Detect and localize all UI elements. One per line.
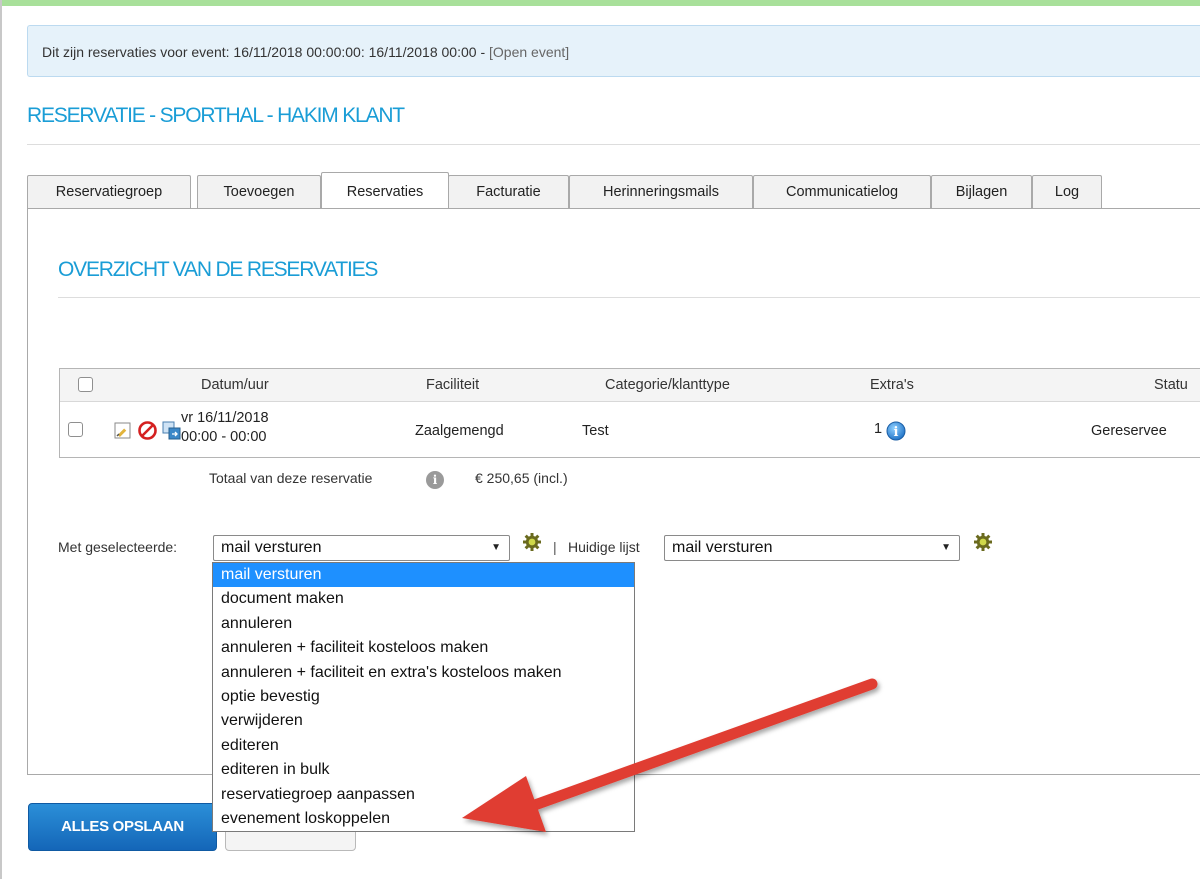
huidige-lijst-value: mail versturen <box>672 539 773 556</box>
met-geselecteerde-select[interactable]: mail versturen ▼ <box>213 535 510 561</box>
tab-log[interactable]: Log <box>1032 175 1102 209</box>
save-all-button[interactable]: ALLES OPSLAAN <box>28 803 217 851</box>
tab-herinneringsmails[interactable]: Herinneringsmails <box>569 175 753 209</box>
row-datum-line2: 00:00 - 00:00 <box>181 429 267 445</box>
tab-reservaties[interactable]: Reservaties <box>321 172 449 208</box>
section-divider <box>58 297 1200 298</box>
cancel-icon[interactable] <box>138 421 157 440</box>
tab-toevoegen[interactable]: Toevoegen <box>197 175 321 209</box>
option-annuleren[interactable]: annuleren <box>213 612 634 636</box>
tab-reservatiegroep[interactable]: Reservatiegroep <box>27 175 191 209</box>
row-datum-line1: vr 16/11/2018 <box>181 410 269 426</box>
event-notice: Dit zijn reservaties voor event: 16/11/2… <box>27 25 1200 77</box>
info-icon[interactable]: i <box>886 421 906 441</box>
header-datum[interactable]: Datum/uur <box>201 377 269 393</box>
title-divider <box>27 144 1200 145</box>
event-notice-text: Dit zijn reservaties voor event: 16/11/2… <box>42 44 489 60</box>
row-status: Gereservee <box>1091 423 1167 439</box>
annotation-arrow-icon <box>462 678 878 832</box>
total-info-icon[interactable]: i <box>426 471 444 489</box>
section-title: OVERZICHT VAN DE RESERVATIES <box>58 258 378 281</box>
gear-icon[interactable] <box>522 532 542 552</box>
open-event-link[interactable]: [Open event] <box>489 44 569 60</box>
total-value: € 250,65 (incl.) <box>475 470 568 486</box>
option-annuleren-faciliteit-kosteloos[interactable]: annuleren + faciliteit kosteloos maken <box>213 636 634 660</box>
chevron-down-icon: ▼ <box>491 542 501 553</box>
met-geselecteerde-value: mail versturen <box>221 539 322 556</box>
header-faciliteit[interactable]: Faciliteit <box>426 377 479 393</box>
gear-icon[interactable] <box>973 532 993 552</box>
row-categorie: Test <box>582 423 609 439</box>
tab-bijlagen[interactable]: Bijlagen <box>931 175 1032 209</box>
left-border <box>0 0 2 879</box>
header-categorie[interactable]: Categorie/klanttype <box>605 377 730 393</box>
huidige-lijst-label: Huidige lijst <box>568 539 640 555</box>
header-status[interactable]: Statu <box>1154 377 1188 393</box>
total-label: Totaal van deze reservatie <box>209 470 373 486</box>
header-extras[interactable]: Extra's <box>870 377 914 393</box>
table-header: Datum/uur Faciliteit Categorie/klanttype… <box>60 369 1200 402</box>
edit-icon[interactable] <box>114 422 131 439</box>
huidige-lijst-select[interactable]: mail versturen ▼ <box>664 535 960 561</box>
chevron-down-icon: ▼ <box>941 542 951 553</box>
option-document-maken[interactable]: document maken <box>213 587 634 611</box>
svg-text:i: i <box>894 425 899 440</box>
reservations-table: Datum/uur Faciliteit Categorie/klanttype… <box>59 368 1200 458</box>
option-mail-versturen[interactable]: mail versturen <box>213 563 634 588</box>
row-checkbox[interactable] <box>68 422 83 437</box>
move-icon[interactable] <box>162 421 181 440</box>
separator: | <box>553 539 557 555</box>
row-faciliteit: Zaalgemengd <box>415 423 504 439</box>
tab-communicatielog[interactable]: Communicatielog <box>753 175 931 209</box>
page-title: RESERVATIE - SPORTHAL - HAKIM KLANT <box>27 104 405 127</box>
select-all-checkbox[interactable] <box>78 377 93 392</box>
success-bar <box>2 0 1200 6</box>
tab-facturatie[interactable]: Facturatie <box>448 175 569 209</box>
met-geselecteerde-label: Met geselecteerde: <box>58 539 178 555</box>
row-extras: 1 <box>874 421 883 437</box>
